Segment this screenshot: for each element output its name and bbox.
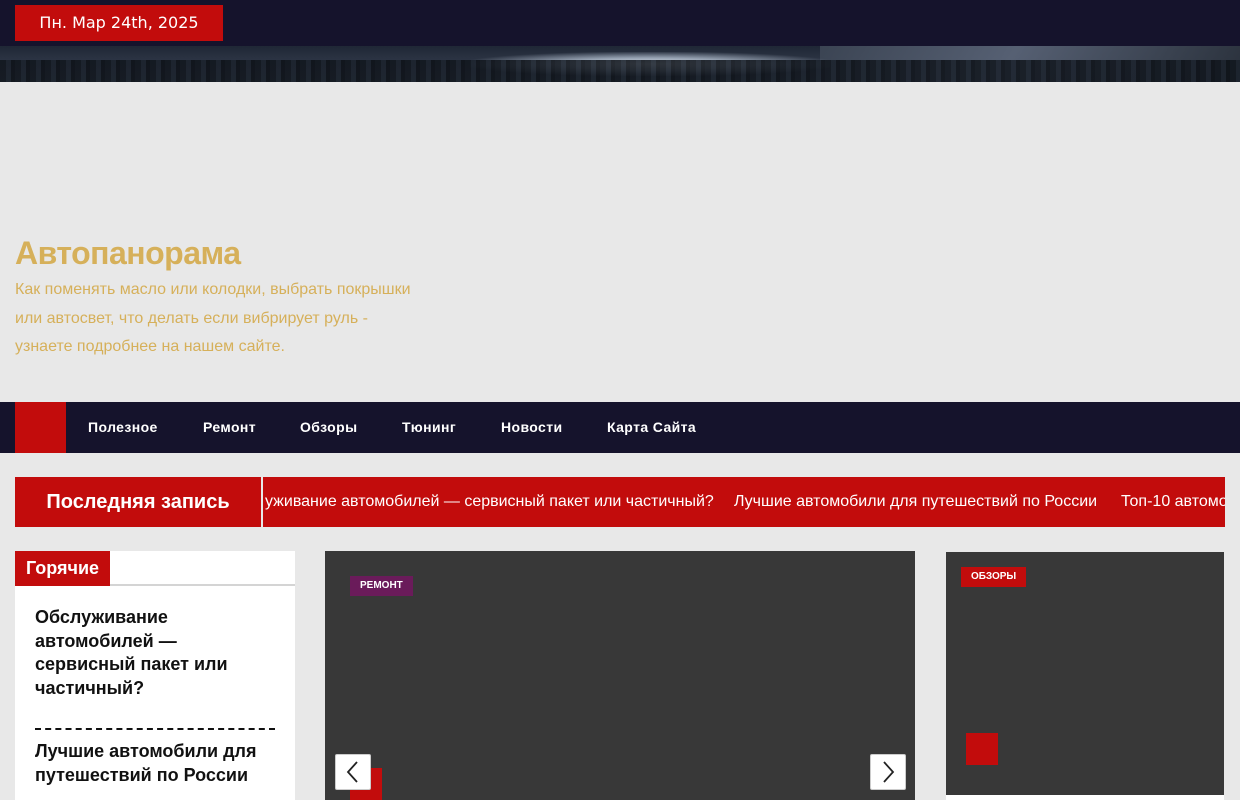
side-post-card[interactable]: Обзоры [946, 552, 1224, 795]
latest-post-ticker: Последняя запись уживание автомобилей — … [15, 477, 1225, 527]
nav-item-news[interactable]: Новости [501, 402, 563, 453]
nav-item-reviews[interactable]: Обзоры [300, 402, 357, 453]
site-description: Как поменять масло или колодки, выбрать … [15, 281, 411, 355]
featured-slider: Ремонт [325, 551, 915, 800]
header-image [0, 46, 1240, 82]
nav-item-repair[interactable]: Ремонт [203, 402, 256, 453]
slider-prev-button[interactable] [335, 754, 371, 790]
ticker-label: Последняя запись [15, 477, 263, 527]
hot-posts-header: Горячие [15, 551, 295, 586]
ticker-item[interactable]: Лучшие автомобили для путешествий по Рос… [734, 477, 1097, 527]
hot-post-title[interactable]: Обслуживание автомобилей — сервисный пак… [35, 606, 275, 700]
category-badge[interactable]: Ремонт [350, 576, 413, 596]
ticker-track: уживание автомобилей — сервисный пакет и… [265, 477, 1225, 527]
main-navigation: Полезное Ремонт Обзоры Тюнинг Новости Ка… [0, 402, 1240, 453]
ticker-item[interactable]: Топ-10 автомо [1121, 477, 1225, 527]
post-indicator [966, 733, 998, 765]
hot-post-title[interactable]: Лучшие автомобили для путешествий по Рос… [35, 740, 275, 787]
hot-posts-widget: Горячие Обслуживание автомобилей — серви… [15, 551, 295, 800]
nav-item-useful[interactable]: Полезное [88, 402, 158, 453]
chevron-right-icon [883, 761, 895, 783]
site-title[interactable]: Автопанорама [15, 235, 241, 272]
date-badge: Пн. Мар 24th, 2025 [15, 5, 223, 41]
top-bar: Пн. Мар 24th, 2025 [0, 0, 1240, 46]
ticker-item[interactable]: уживание автомобилей — сервисный пакет и… [265, 477, 714, 527]
side-card-footer [946, 795, 1224, 800]
header-image-trees [0, 60, 1240, 82]
nav-item-sitemap[interactable]: Карта Сайта [607, 402, 696, 453]
chevron-left-icon [346, 761, 358, 783]
slider-next-button[interactable] [870, 754, 906, 790]
nav-item-tuning[interactable]: Тюнинг [402, 402, 456, 453]
home-button[interactable] [15, 402, 66, 453]
category-badge[interactable]: Обзоры [961, 567, 1027, 587]
hot-posts-label: Горячие [15, 551, 110, 586]
hot-post-divider [35, 728, 275, 730]
